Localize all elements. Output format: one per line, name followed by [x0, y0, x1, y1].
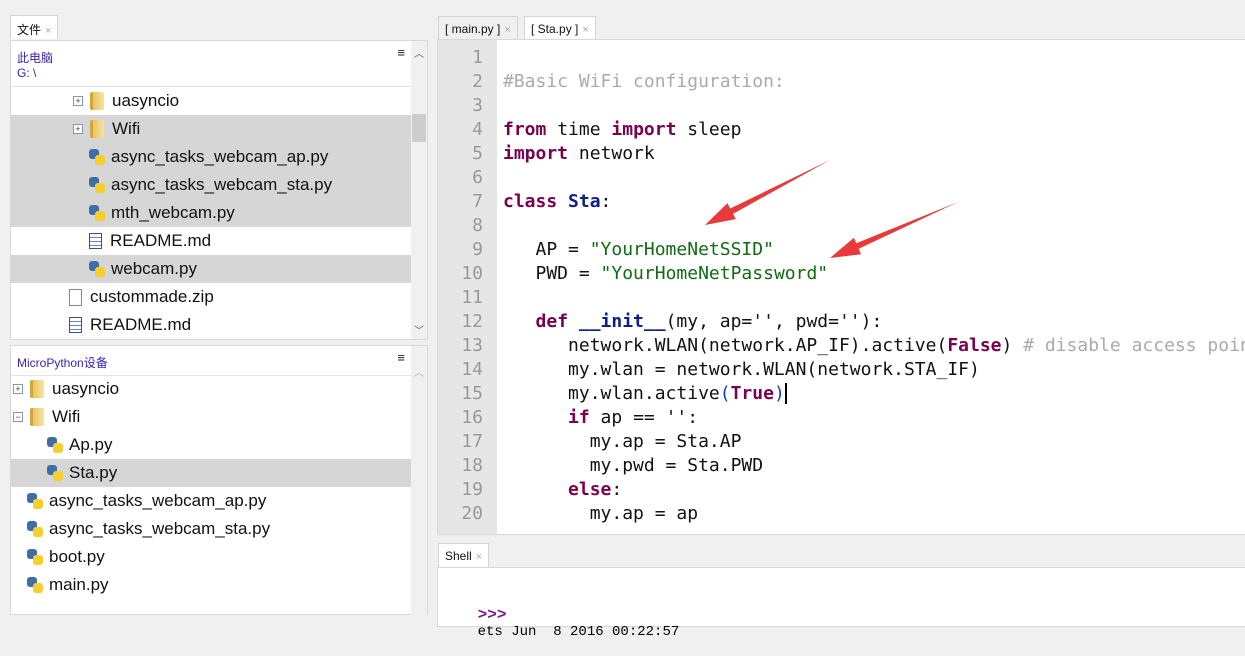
shell-output: ets Jun 8 2016 00:22:57: [477, 624, 680, 640]
tab-shell[interactable]: Shell ×: [438, 543, 490, 567]
shell-panel[interactable]: >>> ets Jun 8 2016 00:22:57: [437, 567, 1245, 640]
annotation-arrow: [830, 202, 958, 258]
shell-prompt: >>>: [477, 606, 507, 624]
annotation-arrow: [705, 160, 830, 225]
close-icon[interactable]: ×: [476, 551, 482, 563]
annotation-arrows: [705, 160, 958, 258]
tab-label: Shell: [445, 549, 472, 563]
